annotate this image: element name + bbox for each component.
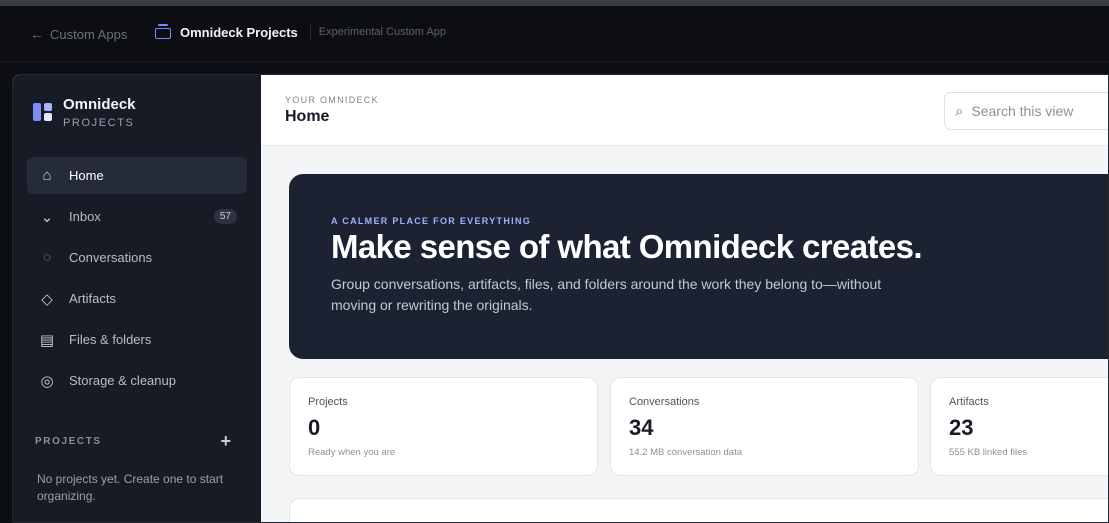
stat-label: Conversations — [629, 396, 700, 408]
sidebar-item-inbox[interactable]: ⌄ Inbox 57 — [27, 198, 247, 235]
sidebar-item-conversations[interactable]: ○ Conversations — [27, 239, 247, 276]
projects-empty-state: No projects yet. Create one to start org… — [37, 472, 224, 503]
inbox-count-badge: 57 — [213, 209, 237, 224]
stat-card-projects[interactable]: Projects 0 Ready when you are — [289, 377, 598, 476]
sidebar-item-label: Home — [69, 168, 104, 183]
brand-name: Omnideck — [63, 96, 136, 113]
top-bar: ← Custom Apps Omnideck Projects Experime… — [0, 6, 1109, 62]
page-title: Home — [285, 108, 330, 125]
stat-card-artifacts[interactable]: Artifacts 23 555 KB linked files — [930, 377, 1108, 476]
brand[interactable]: Omnideck PROJECTS — [33, 95, 136, 129]
header-eyebrow: YOUR OMNIDECK — [285, 95, 379, 105]
hero-description: Group conversations, artifacts, files, a… — [331, 276, 882, 313]
stat-label: Artifacts — [949, 396, 989, 408]
diamond-icon: ◇ — [41, 290, 53, 308]
sidebar-item-label: Storage & cleanup — [69, 373, 176, 388]
stat-sub: Ready when you are — [308, 447, 396, 458]
home-icon: ⌂ — [42, 167, 52, 184]
add-project-button[interactable]: + — [220, 432, 231, 450]
stat-label: Projects — [308, 396, 348, 408]
hero-eyebrow: A CALMER PLACE FOR EVERYTHING — [331, 216, 532, 226]
arrow-left-icon: ← — [30, 26, 44, 42]
target-icon: ◎ — [40, 372, 54, 390]
search-icon: ⌕ — [955, 102, 964, 120]
stat-sub: 14.2 MB conversation data — [629, 447, 743, 458]
search-input[interactable] — [971, 103, 1102, 119]
divider — [309, 25, 311, 39]
brand-subtitle: PROJECTS — [63, 117, 135, 129]
app-frame: Omnideck PROJECTS ⌂ Home ⌄ Inbox 57 ○ Co… — [12, 74, 1109, 523]
projects-section-header: PROJECTS + — [35, 432, 231, 450]
sidebar-item-label: Artifacts — [69, 291, 116, 306]
sidebar-item-label: Conversations — [69, 250, 153, 265]
chevron-down-icon: ⌄ — [40, 208, 54, 226]
sidebar-item-artifacts[interactable]: ◇ Artifacts — [27, 280, 247, 317]
stat-sub: 555 KB linked files — [949, 447, 1028, 458]
omnideck-logo-icon — [33, 103, 53, 125]
sidebar-item-label: Inbox — [69, 209, 101, 224]
projects-section-label: PROJECTS — [35, 435, 102, 447]
back-link-label: Custom Apps — [50, 26, 128, 42]
search-box[interactable]: ⌕ — [944, 92, 1108, 130]
sidebar-item-storage-cleanup[interactable]: ◎ Storage & cleanup — [27, 362, 247, 399]
stat-card-conversations[interactable]: Conversations 34 14.2 MB conversation da… — [610, 377, 919, 476]
circle-icon: ○ — [42, 249, 52, 266]
sidebar: Omnideck PROJECTS ⌂ Home ⌄ Inbox 57 ○ Co… — [13, 75, 261, 522]
hero-title: Make sense of what Omnideck creates. — [331, 228, 923, 265]
sidebar-item-files-folders[interactable]: ▤ Files & folders — [27, 321, 247, 358]
stat-value: 23 — [949, 415, 974, 440]
app-box-icon — [154, 23, 172, 41]
app-subtitle: Experimental Custom App — [318, 26, 446, 38]
sidebar-item-home[interactable]: ⌂ Home — [27, 157, 247, 194]
files-icon: ▤ — [39, 331, 55, 349]
back-link[interactable]: ← Custom Apps — [30, 26, 127, 42]
projects-card — [289, 498, 1108, 522]
sidebar-nav: ⌂ Home ⌄ Inbox 57 ○ Conversations ◇ Arti… — [27, 157, 247, 403]
main-header: YOUR OMNIDECK Home ⌕ — [261, 75, 1108, 146]
stat-value: 34 — [629, 415, 654, 440]
app-title: Omnideck Projects — [180, 24, 298, 40]
sidebar-item-label: Files & folders — [69, 332, 152, 347]
app-title-group: Omnideck Projects Experimental Custom Ap… — [154, 23, 446, 41]
hero-banner: A CALMER PLACE FOR EVERYTHING Make sense… — [289, 174, 1108, 359]
stat-value: 0 — [308, 415, 321, 440]
